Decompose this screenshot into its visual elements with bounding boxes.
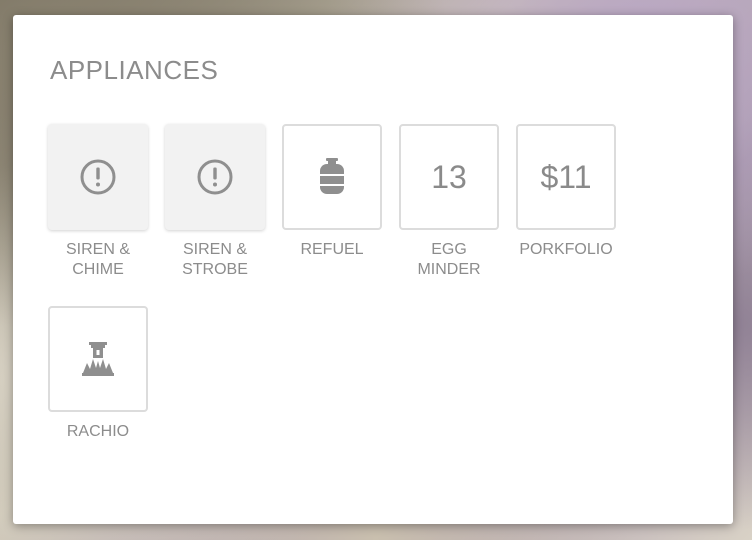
tile-label: PORKFOLIO bbox=[519, 241, 613, 258]
egg-count-value: 13 bbox=[431, 158, 467, 195]
tile-rachio[interactable]: RACHIO bbox=[40, 306, 156, 442]
card-title: APPLIANCES bbox=[50, 55, 219, 85]
tile-siren-chime-box[interactable] bbox=[48, 124, 148, 230]
tile-siren-strobe[interactable]: SIREN & STROBE bbox=[157, 124, 273, 280]
tile-porkfolio-box[interactable]: $11 bbox=[516, 124, 616, 230]
tile-egg-minder[interactable]: 13 EGG MINDER bbox=[391, 124, 507, 280]
tile-egg-minder-box[interactable]: 13 bbox=[399, 124, 499, 230]
tile-rachio-box[interactable] bbox=[48, 306, 148, 412]
tile-label: REFUEL bbox=[300, 241, 364, 258]
propane-tank-icon bbox=[317, 157, 347, 197]
tile-label: SIREN & CHIME bbox=[65, 241, 130, 278]
tile-label: SIREN & STROBE bbox=[182, 241, 248, 278]
tile-siren-chime[interactable]: SIREN & CHIME bbox=[40, 124, 156, 280]
appliances-card: APPLIANCES SIREN & CHIME SIREN & STROBE … bbox=[13, 15, 733, 524]
sprinkler-icon bbox=[81, 341, 115, 377]
alert-circle-icon bbox=[196, 158, 234, 196]
tile-label: EGG MINDER bbox=[417, 241, 481, 278]
porkfolio-balance-value: $11 bbox=[540, 158, 592, 195]
tile-siren-strobe-box[interactable] bbox=[165, 124, 265, 230]
tile-refuel-box[interactable] bbox=[282, 124, 382, 230]
tile-refuel[interactable]: REFUEL bbox=[274, 124, 390, 260]
tile-label: RACHIO bbox=[66, 423, 130, 440]
alert-circle-icon bbox=[79, 158, 117, 196]
tile-porkfolio[interactable]: $11 PORKFOLIO bbox=[508, 124, 624, 260]
